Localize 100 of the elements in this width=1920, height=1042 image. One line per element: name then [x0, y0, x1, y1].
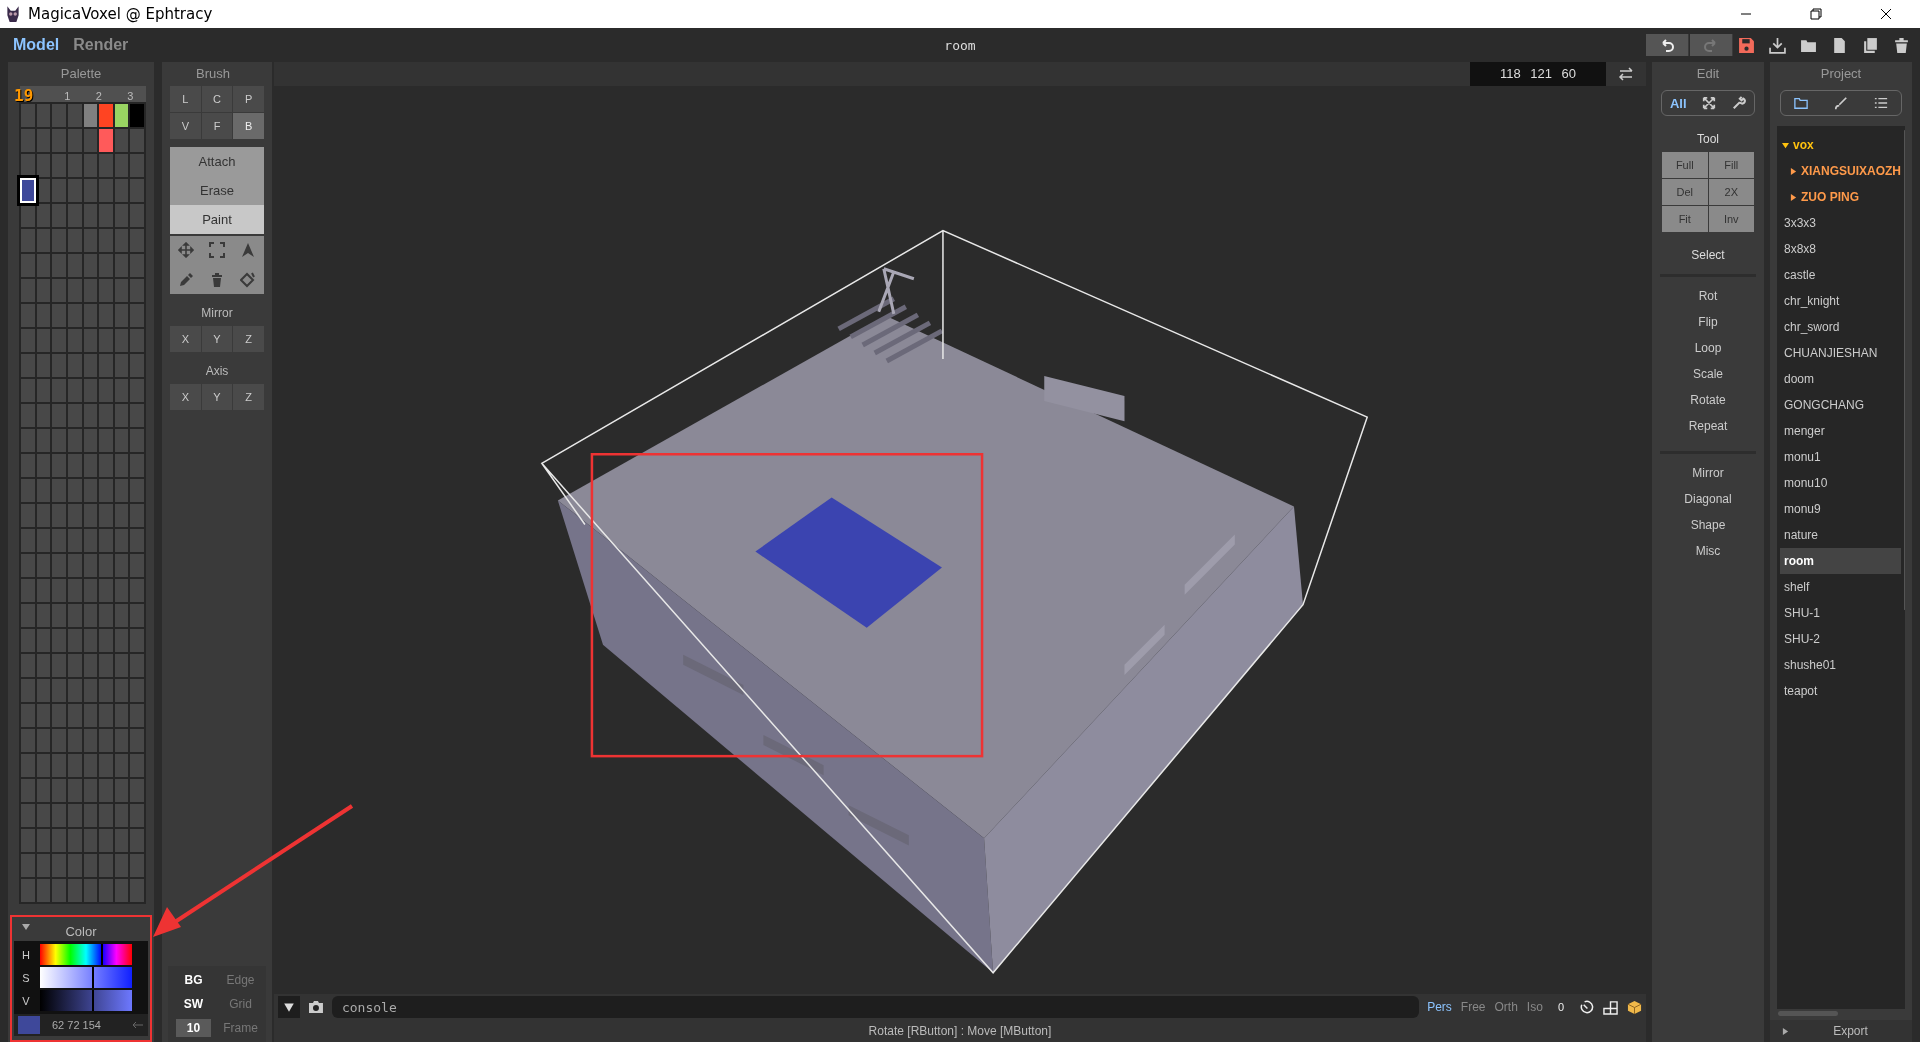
- empty-swatch[interactable]: [83, 229, 98, 252]
- empty-swatch[interactable]: [67, 104, 82, 127]
- empty-swatch[interactable]: [52, 279, 66, 302]
- file-item[interactable]: monu9: [1780, 496, 1901, 522]
- empty-swatch[interactable]: [114, 554, 129, 577]
- empty-swatch[interactable]: [21, 279, 35, 302]
- empty-swatch[interactable]: [67, 504, 82, 527]
- empty-swatch[interactable]: [52, 354, 66, 377]
- wrench-icon[interactable]: [1732, 96, 1747, 110]
- empty-swatch[interactable]: [52, 704, 66, 727]
- empty-swatch[interactable]: [67, 579, 82, 602]
- empty-swatch[interactable]: [52, 154, 66, 177]
- empty-swatch[interactable]: [36, 354, 51, 377]
- mode-tab[interactable]: Render: [73, 36, 129, 54]
- channel-slider[interactable]: [40, 990, 132, 1011]
- empty-swatch[interactable]: [52, 104, 66, 127]
- empty-swatch[interactable]: [52, 654, 66, 677]
- paint-bucket-icon[interactable]: [240, 272, 257, 288]
- empty-swatch[interactable]: [67, 454, 82, 477]
- empty-swatch[interactable]: [21, 529, 35, 552]
- empty-swatch[interactable]: [83, 579, 98, 602]
- empty-swatch[interactable]: [67, 204, 82, 227]
- axis-button[interactable]: Y: [201, 384, 233, 410]
- empty-swatch[interactable]: [36, 579, 51, 602]
- move-icon[interactable]: [177, 242, 194, 258]
- empty-swatch[interactable]: [130, 879, 144, 902]
- empty-swatch[interactable]: [52, 754, 66, 777]
- file-item[interactable]: room: [1780, 548, 1901, 574]
- empty-swatch[interactable]: [130, 179, 144, 202]
- empty-swatch[interactable]: [67, 429, 82, 452]
- empty-swatch[interactable]: [52, 554, 66, 577]
- empty-swatch[interactable]: [99, 279, 113, 302]
- empty-swatch[interactable]: [83, 829, 98, 852]
- empty-swatch[interactable]: [67, 554, 82, 577]
- empty-swatch[interactable]: [21, 479, 35, 502]
- folder-tab-icon[interactable]: [1794, 96, 1808, 110]
- empty-swatch[interactable]: [99, 754, 113, 777]
- axis-button[interactable]: Z: [233, 384, 264, 410]
- empty-swatch[interactable]: [130, 529, 144, 552]
- empty-swatch[interactable]: [114, 454, 129, 477]
- empty-swatch[interactable]: [83, 479, 98, 502]
- edit-menu-item[interactable]: Rotate: [1690, 387, 1726, 413]
- copy-icon[interactable]: [1862, 36, 1879, 54]
- empty-swatch[interactable]: [130, 154, 144, 177]
- empty-swatch[interactable]: [99, 179, 113, 202]
- empty-swatch[interactable]: [83, 854, 98, 877]
- empty-swatch[interactable]: [52, 529, 66, 552]
- empty-swatch[interactable]: [83, 354, 98, 377]
- empty-swatch[interactable]: [67, 154, 82, 177]
- empty-swatch[interactable]: [67, 529, 82, 552]
- empty-swatch[interactable]: [114, 154, 129, 177]
- file-item[interactable]: 8x8x8: [1780, 236, 1901, 262]
- empty-swatch[interactable]: [130, 654, 144, 677]
- tool-button[interactable]: Inv: [1708, 206, 1754, 232]
- edit-menu-item[interactable]: Shape: [1690, 512, 1726, 538]
- empty-swatch[interactable]: [83, 204, 98, 227]
- empty-swatch[interactable]: [52, 779, 66, 802]
- brush-mode-button[interactable]: Attach: [170, 147, 264, 176]
- tool-button[interactable]: Full: [1662, 152, 1708, 178]
- empty-swatch[interactable]: [36, 854, 51, 877]
- brush-mode-button[interactable]: Paint: [170, 205, 264, 234]
- console-input-field[interactable]: console: [331, 996, 1420, 1018]
- empty-swatch[interactable]: [114, 179, 129, 202]
- file-item[interactable]: menger: [1780, 418, 1901, 444]
- empty-swatch[interactable]: [114, 229, 129, 252]
- empty-swatch[interactable]: [130, 479, 144, 502]
- empty-swatch[interactable]: [52, 604, 66, 627]
- folder-item[interactable]: ZUO PING: [1780, 184, 1901, 210]
- view-mode-tab[interactable]: Free: [1460, 1000, 1486, 1014]
- file-item[interactable]: chr_sword: [1780, 314, 1901, 340]
- empty-swatch[interactable]: [36, 454, 51, 477]
- empty-swatch[interactable]: [52, 504, 66, 527]
- empty-swatch[interactable]: [36, 304, 51, 327]
- empty-swatch[interactable]: [130, 829, 144, 852]
- file-item[interactable]: CHUANJIESHAN: [1780, 340, 1901, 366]
- empty-swatch[interactable]: [67, 404, 82, 427]
- view-mode-tab[interactable]: Orth: [1494, 1000, 1518, 1014]
- list-tab-icon[interactable]: [1874, 96, 1888, 110]
- empty-swatch[interactable]: [130, 429, 144, 452]
- empty-swatch[interactable]: [99, 854, 113, 877]
- empty-swatch[interactable]: [99, 529, 113, 552]
- edit-menu-item[interactable]: Misc: [1695, 538, 1721, 564]
- empty-swatch[interactable]: [99, 629, 113, 652]
- empty-swatch[interactable]: [21, 829, 35, 852]
- empty-swatch[interactable]: [52, 254, 66, 277]
- empty-swatch[interactable]: [83, 879, 98, 902]
- empty-swatch[interactable]: [130, 854, 144, 877]
- empty-swatch[interactable]: [99, 804, 113, 827]
- undo-button[interactable]: [1646, 34, 1689, 56]
- empty-swatch[interactable]: [130, 229, 144, 252]
- file-item[interactable]: chr_knight: [1780, 288, 1901, 314]
- empty-swatch[interactable]: [99, 704, 113, 727]
- empty-swatch[interactable]: [114, 704, 129, 727]
- empty-swatch[interactable]: [130, 354, 144, 377]
- empty-swatch[interactable]: [67, 329, 82, 352]
- empty-swatch[interactable]: [83, 404, 98, 427]
- empty-swatch[interactable]: [21, 779, 35, 802]
- empty-swatch[interactable]: [83, 329, 98, 352]
- select-box-icon[interactable]: [209, 242, 225, 258]
- camera-icon[interactable]: [307, 1000, 324, 1014]
